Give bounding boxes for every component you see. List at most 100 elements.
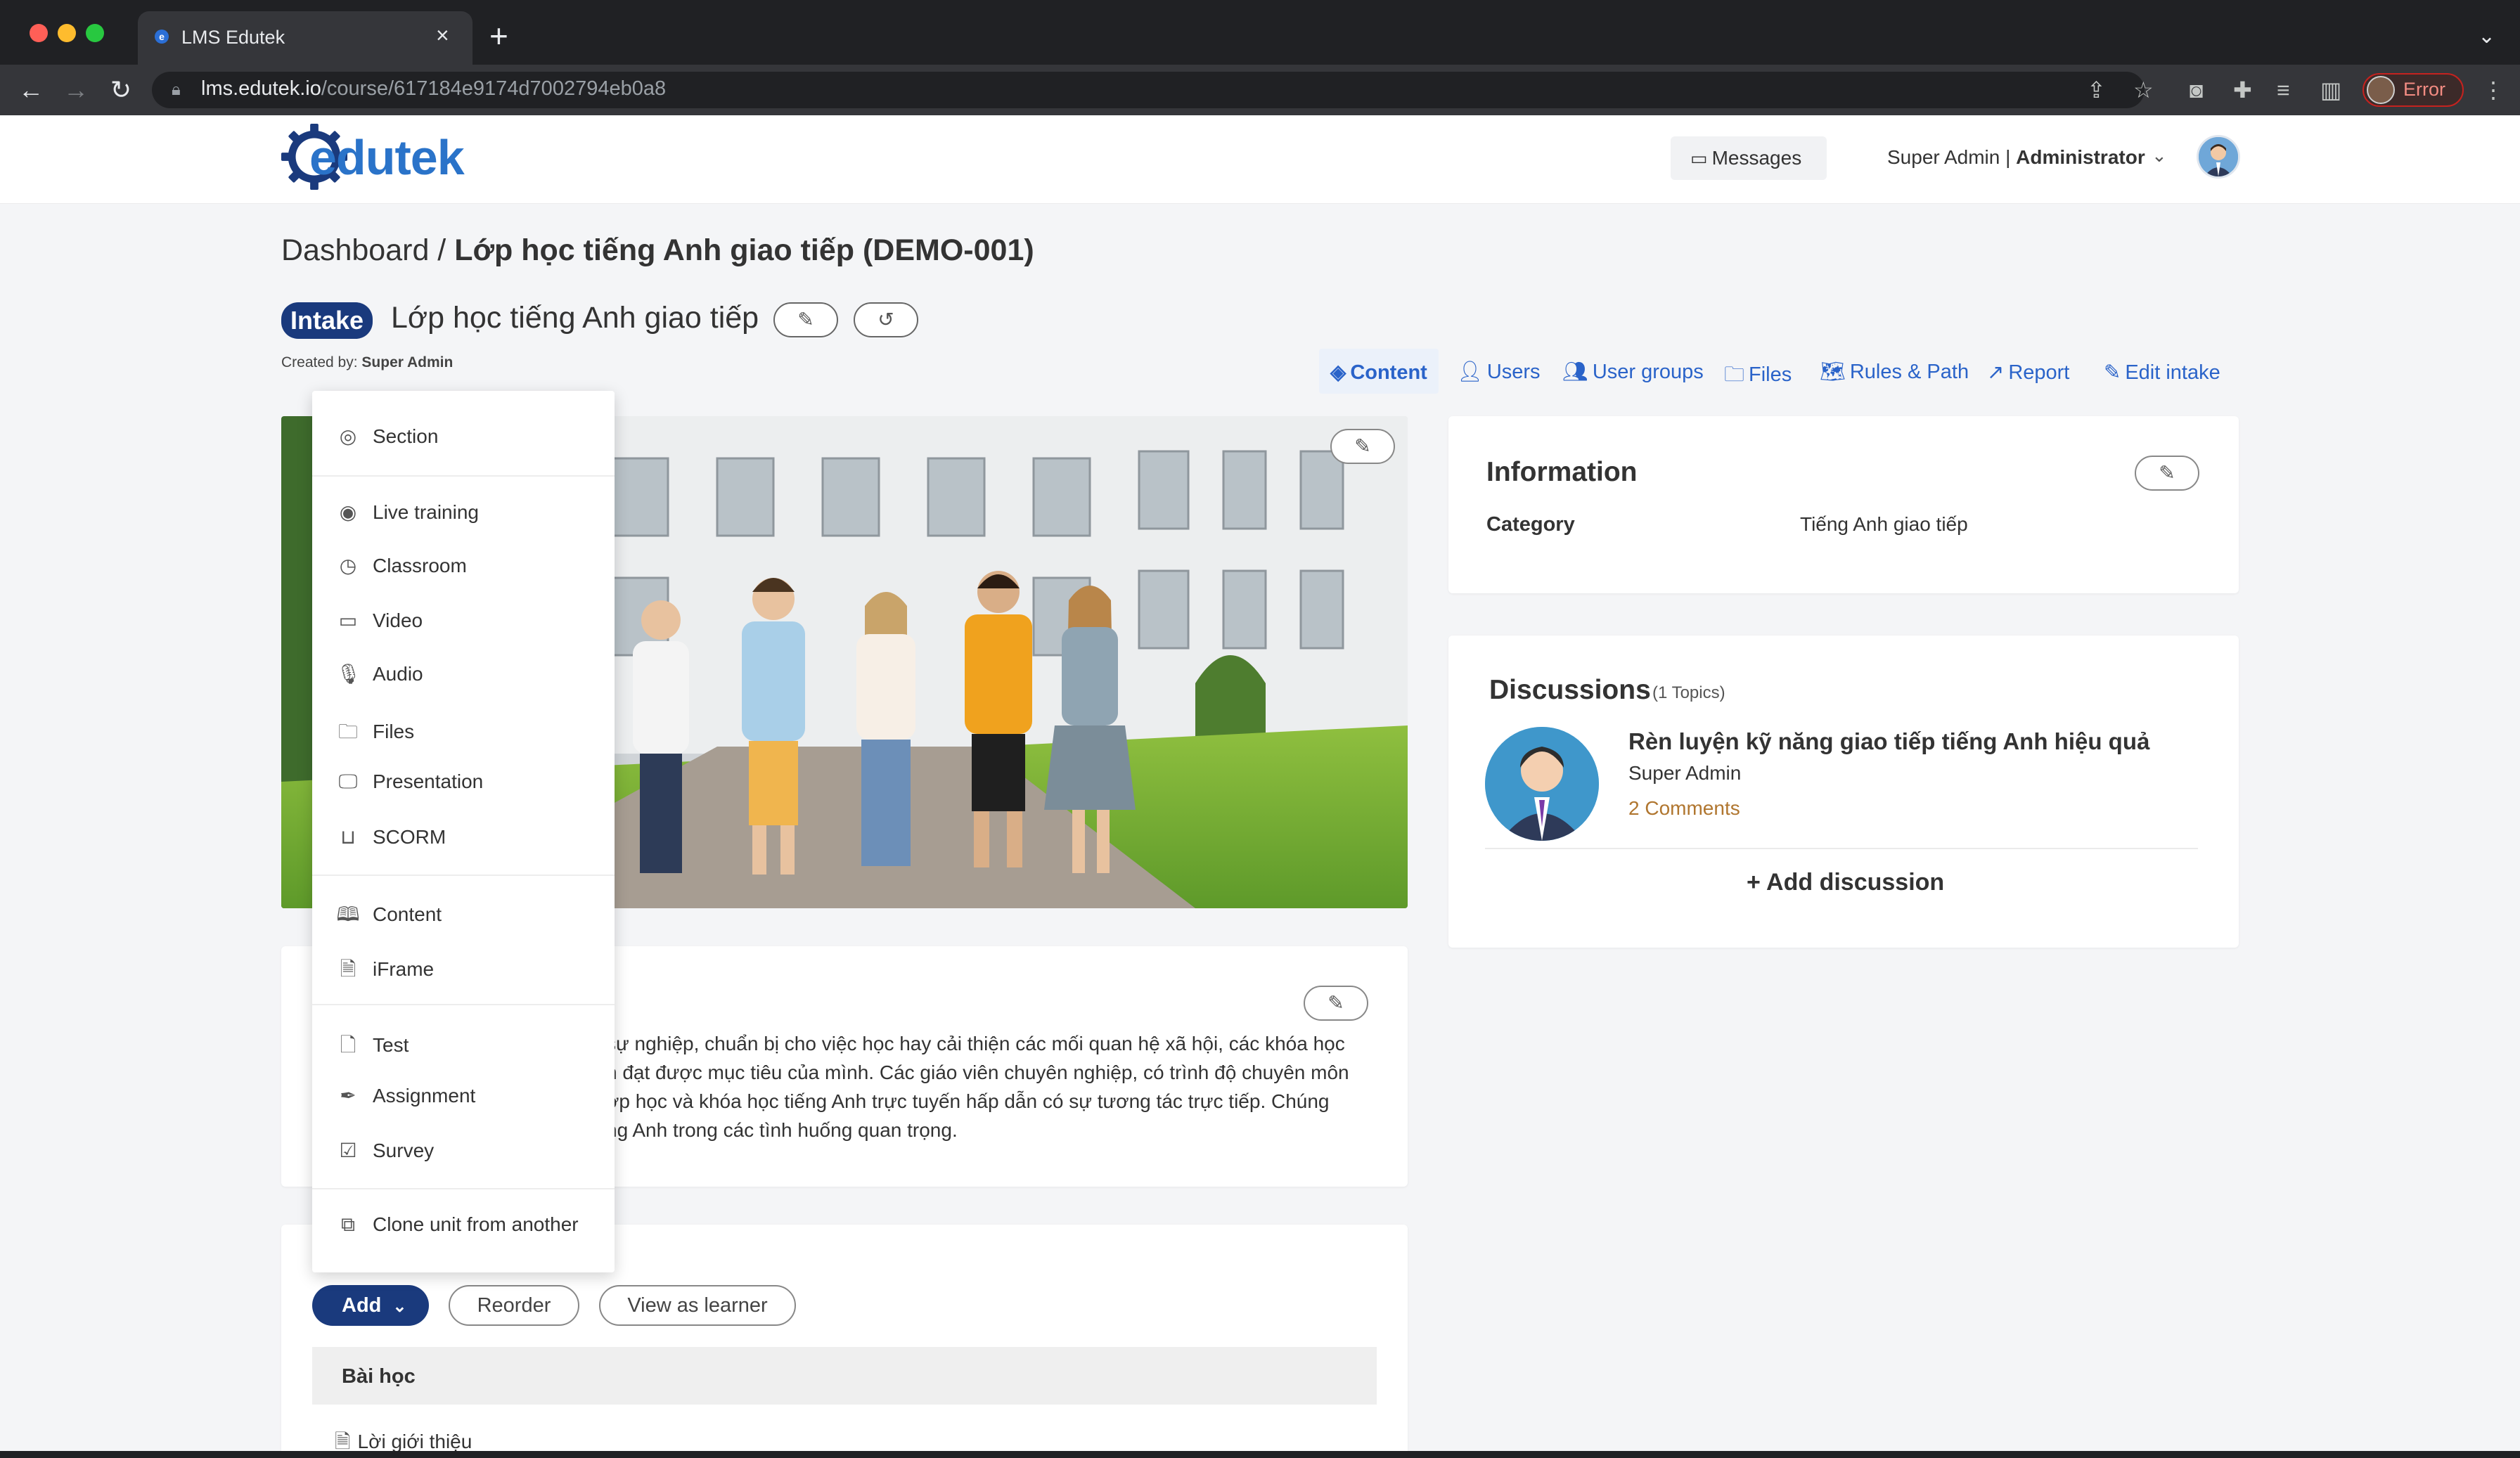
file-icon: 🗋 — [340, 1034, 356, 1056]
discussion-comments-link[interactable]: 2 Comments — [1628, 797, 1740, 820]
new-tab-icon[interactable]: + — [489, 20, 508, 52]
profile-avatar-icon — [2367, 76, 2395, 104]
tab-close-icon[interactable]: × — [436, 22, 449, 49]
menu-item-label: Live training — [373, 501, 479, 523]
browser-menu-icon[interactable]: ⋮ — [2482, 76, 2505, 104]
maximize-window-button[interactable] — [86, 24, 104, 42]
view-as-learner-button[interactable]: View as learner — [599, 1285, 796, 1326]
information-card — [1448, 416, 2239, 593]
camera-icon[interactable]: ◙ — [2190, 76, 2203, 104]
menu-item-label: Presentation — [373, 770, 484, 792]
message-square-icon: ▭ — [1690, 148, 1708, 169]
course-title: Lớp học tiếng Anh giao tiếp — [391, 301, 759, 335]
trending-up-icon: ↗ — [1987, 361, 2005, 384]
created-by-name: Super Admin — [361, 354, 454, 370]
close-window-button[interactable] — [30, 24, 48, 42]
copy-icon: ⧉ — [341, 1213, 355, 1235]
edit-title-button[interactable]: ✎ — [773, 302, 838, 337]
url-path: /course/617184e9174d7002794eb0a8 — [321, 77, 667, 100]
profile-error-label: Error — [2403, 79, 2445, 100]
share-icon[interactable]: ⇪ — [2087, 76, 2106, 104]
menu-item-audio[interactable]: 🎙︎ Audio — [336, 662, 423, 685]
divider — [1485, 848, 2198, 849]
menu-item-live-training[interactable]: ◉ Live training — [336, 501, 479, 524]
tab-rules-path[interactable]: 🗺︎ Rules & Path — [1820, 360, 1969, 384]
menu-item-test[interactable]: 🗋 Test — [336, 1031, 409, 1064]
menu-item-label: Classroom — [373, 555, 467, 576]
breadcrumb-dashboard-link[interactable]: Dashboard / — [281, 233, 454, 267]
menu-item-iframe[interactable]: 🗎 iFrame — [336, 955, 434, 988]
tab-user-groups[interactable]: 👥︎ User groups — [1562, 360, 1704, 384]
add-discussion-button[interactable]: + Add discussion — [1747, 869, 1944, 896]
tab-edit-intake[interactable]: ✎ Edit intake — [2104, 360, 2220, 385]
lock-icon[interactable]: 🔒︎ — [172, 80, 181, 100]
logo-text[interactable]: edutek — [309, 129, 465, 186]
side-panel-icon[interactable]: ▥ — [2320, 76, 2341, 104]
users-icon: 👥︎ — [1562, 361, 1588, 383]
extensions-icon[interactable]: ✚ — [2233, 76, 2252, 104]
section-title: Bài học — [342, 1365, 416, 1388]
divider — [312, 1188, 615, 1189]
user-icon: 👤︎ — [1457, 361, 1483, 383]
reading-list-icon[interactable]: ≡ — [2277, 76, 2290, 104]
tab-rules-path-label: Rules & Path — [1849, 361, 1969, 383]
menu-item-clone-unit[interactable]: ⧉ Clone unit from another — [336, 1213, 579, 1237]
tab-report[interactable]: ↗ Report — [1987, 360, 2069, 385]
messages-label: Messages — [1711, 147, 1802, 169]
menu-item-files[interactable]: 🗀 Files — [336, 717, 414, 751]
menu-item-presentation[interactable]: 🖵 Presentation — [336, 770, 484, 794]
menu-item-classroom[interactable]: ◷ Classroom — [336, 554, 467, 577]
menu-item-label: Files — [373, 721, 415, 742]
user-role: Administrator — [2016, 146, 2145, 168]
forward-icon[interactable]: → — [59, 73, 93, 107]
edit-icon: ✎ — [2104, 361, 2121, 384]
menu-item-label: Assignment — [373, 1085, 476, 1107]
lesson-title: Lời giới thiệu — [357, 1431, 472, 1452]
user-menu[interactable]: Super Admin | Administrator — [1887, 146, 2145, 169]
menu-item-section[interactable]: ◎ Section — [336, 425, 439, 448]
menu-item-survey[interactable]: ☑ Survey — [336, 1139, 434, 1162]
edit-description-button[interactable]: ✎ — [1304, 986, 1368, 1021]
menu-item-scorm[interactable]: ⊔ SCORM — [336, 825, 446, 849]
menu-item-assignment[interactable]: ✒ Assignment — [336, 1084, 475, 1107]
divider — [312, 1004, 615, 1005]
back-icon[interactable]: ← — [14, 73, 48, 107]
menu-item-label: Test — [373, 1034, 409, 1056]
url-text[interactable]: lms.edutek.io/course/617184e9174d7002794… — [201, 77, 666, 101]
messages-button[interactable]: ▭ Messages — [1671, 136, 1827, 180]
menu-item-label: SCORM — [373, 826, 446, 848]
tab-edit-intake-label: Edit intake — [2125, 361, 2220, 384]
reorder-button[interactable]: Reorder — [449, 1285, 579, 1326]
menu-item-label: Clone unit from another — [373, 1213, 579, 1235]
breadcrumb: Dashboard / Lớp học tiếng Anh giao tiếp … — [281, 233, 1034, 268]
tab-content[interactable]: ◈ Content — [1330, 360, 1427, 385]
add-unit-button[interactable]: Add ⌄ — [312, 1285, 429, 1326]
section-row[interactable] — [312, 1347, 1377, 1405]
rotate-ccw-icon: ↺ — [878, 309, 894, 330]
book-icon: 🕮 — [336, 903, 360, 925]
file-text-icon: 🗎 — [335, 1431, 351, 1452]
discussion-topic-link[interactable]: Rèn luyện kỹ năng giao tiếp tiếng Anh hi… — [1628, 728, 2149, 755]
edit-cover-button[interactable]: ✎ — [1330, 429, 1395, 464]
bookmark-star-icon[interactable]: ☆ — [2133, 76, 2154, 104]
created-by-label: Created by: — [281, 354, 362, 370]
tab-files[interactable]: 🗀 Files — [1724, 360, 1792, 394]
reload-icon[interactable]: ↻ — [104, 73, 138, 107]
edit-icon: ✎ — [1354, 435, 1371, 457]
discussion-author: Super Admin — [1628, 762, 1742, 784]
chevron-down-icon[interactable]: ⌄ — [2152, 145, 2167, 167]
tab-search-chevron-icon[interactable]: ⌄ — [2478, 24, 2495, 49]
discussions-title: Discussions — [1489, 675, 1651, 705]
video-icon: ▭ — [338, 609, 358, 631]
edit-information-button[interactable]: ✎ — [2135, 456, 2199, 491]
edit-icon: ✎ — [2159, 462, 2175, 484]
avatar[interactable] — [2197, 135, 2240, 179]
undo-button[interactable]: ↺ — [854, 302, 918, 337]
tab-files-label: Files — [1749, 363, 1792, 386]
created-by: Created by: Super Admin — [281, 354, 453, 371]
tab-users[interactable]: 👤︎ Users — [1457, 360, 1541, 384]
menu-item-video[interactable]: ▭ Video — [336, 609, 423, 632]
minimize-window-button[interactable] — [58, 24, 76, 42]
target-icon: ◉ — [339, 501, 357, 523]
menu-item-content[interactable]: 🕮 Content — [336, 900, 442, 934]
